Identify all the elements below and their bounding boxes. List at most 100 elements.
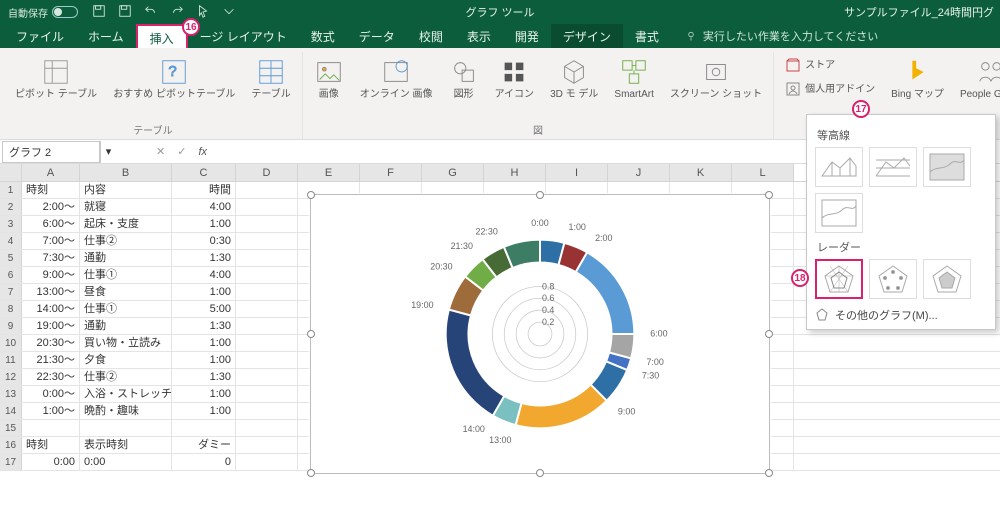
cell[interactable]: 21:30～ (22, 352, 80, 368)
row-header[interactable]: 5 (0, 250, 22, 266)
cell[interactable]: 内容 (80, 182, 172, 198)
cell[interactable]: 0 (172, 454, 236, 470)
cell[interactable]: ダミー (172, 437, 236, 453)
cell[interactable]: 7:30～ (22, 250, 80, 266)
online-image-button[interactable]: オンライン 画像 (355, 54, 438, 103)
row-header[interactable]: 6 (0, 267, 22, 283)
tab-file[interactable]: ファイル (4, 24, 76, 48)
tab-pagelayout[interactable]: ージ レイアウト (188, 24, 299, 48)
name-box-dropdown-icon[interactable]: ▾ (100, 141, 116, 163)
row-header[interactable]: 15 (0, 420, 22, 436)
cell[interactable] (236, 233, 298, 249)
cell[interactable]: 昼食 (80, 284, 172, 300)
icons-button[interactable]: アイコン (490, 54, 540, 103)
cell[interactable]: 入浴・ストレッチ (80, 386, 172, 402)
name-box[interactable]: グラフ 2 (2, 141, 100, 163)
wireframe-contour-thumb[interactable] (815, 193, 863, 233)
row-header[interactable]: 17 (0, 454, 22, 470)
3d-model-button[interactable]: 3D モ デル (545, 54, 603, 103)
cell[interactable]: 5:00 (172, 301, 236, 317)
resize-handle[interactable] (536, 191, 544, 199)
shapes-button[interactable]: 図形 (444, 54, 484, 103)
col-header-H[interactable]: H (484, 164, 546, 181)
autosave-toggle[interactable]: 自動保存 (8, 5, 78, 20)
row-header[interactable]: 8 (0, 301, 22, 317)
save-icon[interactable] (92, 4, 106, 21)
cell[interactable]: 時刻 (22, 182, 80, 198)
cell[interactable]: 1:30 (172, 250, 236, 266)
cell[interactable] (236, 216, 298, 232)
cell[interactable]: 0:30 (172, 233, 236, 249)
tab-view[interactable]: 表示 (455, 24, 503, 48)
table-button[interactable]: テーブル (246, 54, 295, 103)
tab-design[interactable]: デザイン (551, 24, 623, 48)
row-header[interactable]: 1 (0, 182, 22, 198)
accept-formula-icon[interactable]: ✓ (177, 145, 186, 158)
surface-3d-thumb[interactable] (815, 147, 863, 187)
store-button[interactable]: ストア (780, 54, 840, 76)
cell[interactable]: 1:00 (172, 403, 236, 419)
col-header-I[interactable]: I (546, 164, 608, 181)
wireframe-3d-thumb[interactable] (869, 147, 917, 187)
tab-insert[interactable]: 挿入 (136, 24, 188, 48)
cell[interactable]: 就寝 (80, 199, 172, 215)
cell[interactable] (172, 420, 236, 436)
row-header[interactable]: 14 (0, 403, 22, 419)
recommended-pivot-button[interactable]: ? おすすめ ピボットテーブル (108, 54, 240, 103)
row-header[interactable]: 4 (0, 233, 22, 249)
bing-maps-button[interactable]: Bing マップ (886, 54, 949, 103)
cell[interactable] (236, 369, 298, 385)
cell[interactable]: 仕事① (80, 301, 172, 317)
resize-handle[interactable] (307, 191, 315, 199)
cell[interactable]: 1:00 (172, 335, 236, 351)
cell[interactable]: 7:00～ (22, 233, 80, 249)
image-button[interactable]: 画像 (309, 54, 349, 103)
cell[interactable]: 1:00 (172, 284, 236, 300)
cell[interactable]: 1:30 (172, 369, 236, 385)
cell[interactable] (236, 403, 298, 419)
cell[interactable] (236, 318, 298, 334)
col-header-G[interactable]: G (422, 164, 484, 181)
qat-customize-icon[interactable] (222, 4, 236, 21)
cell[interactable] (236, 454, 298, 470)
undo-icon[interactable] (144, 4, 158, 21)
row-header[interactable]: 7 (0, 284, 22, 300)
tab-formulas[interactable]: 数式 (299, 24, 347, 48)
row-header[interactable]: 12 (0, 369, 22, 385)
col-header-K[interactable]: K (670, 164, 732, 181)
more-charts-button[interactable]: その他のグラフ(M)... (815, 307, 987, 323)
people-graph-button[interactable]: People Graph (955, 54, 1000, 103)
cell[interactable]: 0:00 (22, 454, 80, 470)
row-header[interactable]: 9 (0, 318, 22, 334)
smartart-button[interactable]: SmartArt (609, 54, 658, 103)
cell[interactable]: 仕事② (80, 369, 172, 385)
cell[interactable]: 1:00 (172, 216, 236, 232)
col-header-D[interactable]: D (236, 164, 298, 181)
tab-home[interactable]: ホーム (76, 24, 136, 48)
cell[interactable] (22, 420, 80, 436)
cell[interactable]: 19:00～ (22, 318, 80, 334)
cell[interactable]: 1:00 (172, 386, 236, 402)
fx-label[interactable]: fx (198, 146, 207, 158)
save-as-icon[interactable] (118, 4, 132, 21)
cell[interactable] (236, 386, 298, 402)
resize-handle[interactable] (307, 330, 315, 338)
cell[interactable]: 14:00～ (22, 301, 80, 317)
cell[interactable]: 仕事① (80, 267, 172, 283)
cell[interactable]: 0:00～ (22, 386, 80, 402)
cell[interactable]: 時刻 (22, 437, 80, 453)
cell[interactable]: 20:30～ (22, 335, 80, 351)
cell[interactable] (236, 199, 298, 215)
resize-handle[interactable] (765, 330, 773, 338)
row-header[interactable]: 10 (0, 335, 22, 351)
cell[interactable]: 通勤 (80, 250, 172, 266)
resize-handle[interactable] (765, 469, 773, 477)
autosave-pill[interactable] (52, 6, 78, 18)
col-header-C[interactable]: C (172, 164, 236, 181)
cell[interactable]: 起床・支度 (80, 216, 172, 232)
cell[interactable]: 時間 (172, 182, 236, 198)
cell[interactable] (236, 182, 298, 198)
select-all-corner[interactable] (0, 164, 22, 181)
cell[interactable]: 1:00 (172, 352, 236, 368)
pivot-table-button[interactable]: ピボット テーブル (10, 54, 102, 103)
